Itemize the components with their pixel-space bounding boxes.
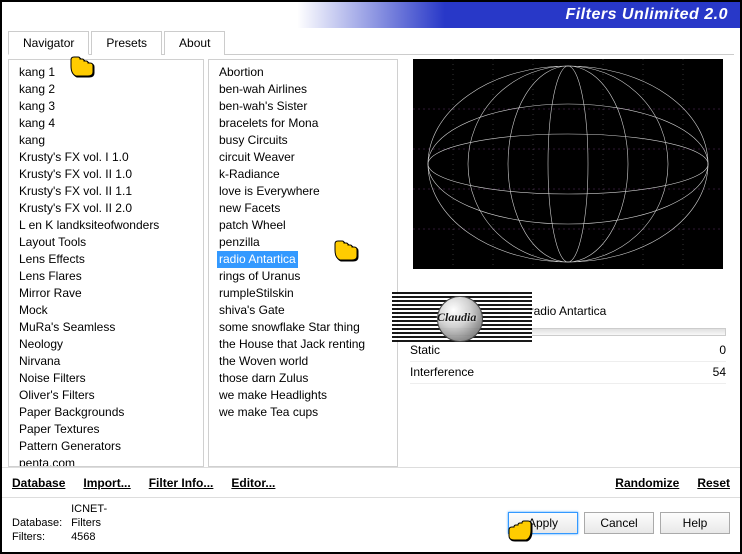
list-item[interactable]: rumpleStilskin xyxy=(217,285,395,302)
toolbar: Database Import... Filter Info... Editor...… xyxy=(2,467,740,497)
dialog-buttons: Apply Cancel Help xyxy=(502,512,730,534)
param-row: Interference54 xyxy=(410,362,726,384)
list-item[interactable]: MuRa's Seamless xyxy=(17,319,201,336)
list-item[interactable]: some snowflake Star thing xyxy=(217,319,395,336)
tab-navigator[interactable]: Navigator xyxy=(8,31,89,55)
list-item[interactable]: kang xyxy=(17,132,201,149)
list-item[interactable]: Abortion xyxy=(217,64,395,81)
param-row: Static0 xyxy=(410,340,726,362)
list-item[interactable]: Oliver's Filters xyxy=(17,387,201,404)
list-item[interactable]: we make Headlights xyxy=(217,387,395,404)
help-button[interactable]: Help xyxy=(660,512,730,534)
list-item[interactable]: the House that Jack renting xyxy=(217,336,395,353)
list-item[interactable]: busy Circuits xyxy=(217,132,395,149)
preview-image xyxy=(413,59,723,269)
list-item[interactable]: kang 2 xyxy=(17,81,201,98)
list-item[interactable]: love is Everywhere xyxy=(217,183,395,200)
list-item[interactable]: Pattern Generators xyxy=(17,438,201,455)
list-item[interactable]: penta.com xyxy=(17,455,201,467)
app-title: Filters Unlimited 2.0 xyxy=(565,6,728,24)
list-item[interactable]: the Woven world xyxy=(217,353,395,370)
list-item[interactable]: new Facets xyxy=(217,200,395,217)
list-item[interactable]: shiva's Gate xyxy=(217,302,395,319)
list-item[interactable]: ben-wah Airlines xyxy=(217,81,395,98)
list-item[interactable]: kang 1 xyxy=(17,64,201,81)
list-item[interactable]: Mirror Rave xyxy=(17,285,201,302)
params-table: Static0Interference54 xyxy=(410,340,726,384)
list-item[interactable]: Layout Tools xyxy=(17,234,201,251)
status-bar: Database: ICNET-Filters Filters: 4568 Ap… xyxy=(2,497,740,550)
preview-panel: radio Antartica Static0Interference54 xyxy=(402,59,734,467)
list-item[interactable]: ben-wah's Sister xyxy=(217,98,395,115)
list-item[interactable]: Lens Flares xyxy=(17,268,201,285)
list-item[interactable]: those darn Zulus xyxy=(217,370,395,387)
list-item[interactable]: Nirvana xyxy=(17,353,201,370)
db-value: ICNET-Filters xyxy=(71,502,127,530)
list-item[interactable]: Mock xyxy=(17,302,201,319)
list-item[interactable]: Neology xyxy=(17,336,201,353)
apply-button[interactable]: Apply xyxy=(508,512,578,534)
list-item[interactable]: kang 4 xyxy=(17,115,201,132)
list-item[interactable]: Krusty's FX vol. I 1.0 xyxy=(17,149,201,166)
param-name: Interference xyxy=(410,362,671,384)
title-bar: Filters Unlimited 2.0 xyxy=(2,2,740,28)
list-item[interactable]: k-Radiance xyxy=(217,166,395,183)
list-item[interactable]: bracelets for Mona xyxy=(217,115,395,132)
list-item[interactable]: patch Wheel xyxy=(217,217,395,234)
import-button[interactable]: Import... xyxy=(83,476,130,490)
list-item[interactable]: Paper Backgrounds xyxy=(17,404,201,421)
list-item[interactable]: circuit Weaver xyxy=(217,149,395,166)
list-item[interactable]: radio Antartica xyxy=(217,251,298,268)
filter-list[interactable]: Abortionben-wah Airlinesben-wah's Sister… xyxy=(208,59,398,467)
db-label: Database: xyxy=(12,516,68,530)
param-name: Static xyxy=(410,340,671,362)
editor-button[interactable]: Editor... xyxy=(231,476,275,490)
tab-strip: NavigatorPresetsAbout xyxy=(8,30,734,55)
list-item[interactable]: L en K landksiteofwonders xyxy=(17,217,201,234)
filters-value: 4568 xyxy=(71,530,127,544)
reset-button[interactable]: Reset xyxy=(697,476,730,490)
tab-presets[interactable]: Presets xyxy=(91,31,162,55)
list-item[interactable]: we make Tea cups xyxy=(217,404,395,421)
category-list[interactable]: kang 1kang 2kang 3kang 4kangKrusty's FX … xyxy=(8,59,204,467)
list-item[interactable]: Krusty's FX vol. II 1.1 xyxy=(17,183,201,200)
cancel-button[interactable]: Cancel xyxy=(584,512,654,534)
list-item[interactable]: Noise Filters xyxy=(17,370,201,387)
list-item[interactable]: Krusty's FX vol. II 2.0 xyxy=(17,200,201,217)
list-item[interactable]: penzilla xyxy=(217,234,395,251)
list-item[interactable]: Paper Textures xyxy=(17,421,201,438)
param-value: 0 xyxy=(671,340,726,362)
filter-info-button[interactable]: Filter Info... xyxy=(149,476,214,490)
list-item[interactable]: rings of Uranus xyxy=(217,268,395,285)
watermark: Claudia xyxy=(392,292,532,342)
param-value: 54 xyxy=(671,362,726,384)
list-item[interactable]: Krusty's FX vol. II 1.0 xyxy=(17,166,201,183)
databasebutton[interactable]: Database xyxy=(12,476,65,490)
randomize-button[interactable]: Randomize xyxy=(615,476,679,490)
filters-label: Filters: xyxy=(12,530,68,544)
tab-about[interactable]: About xyxy=(164,31,225,55)
list-item[interactable]: kang 3 xyxy=(17,98,201,115)
list-item[interactable]: Lens Effects xyxy=(17,251,201,268)
